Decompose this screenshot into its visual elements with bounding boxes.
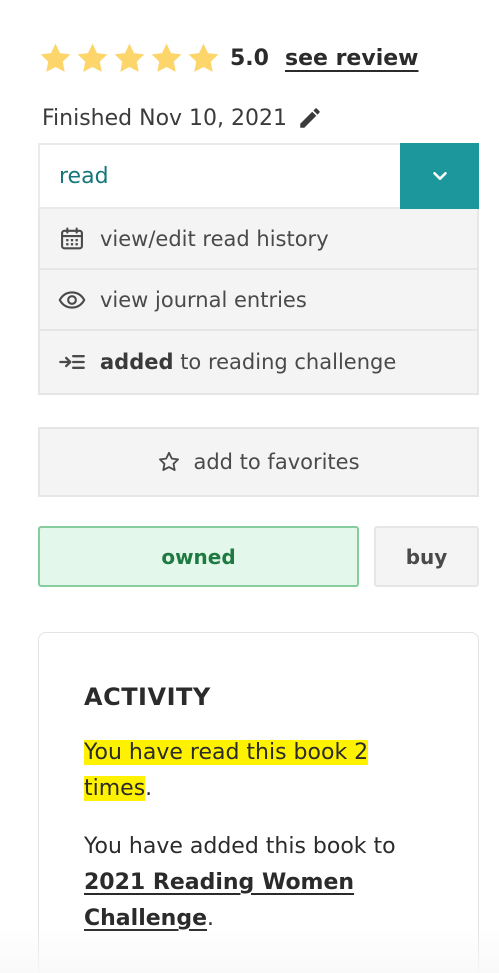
status-menu: view/edit read history view journal entr… — [38, 209, 479, 395]
calendar-icon — [58, 225, 86, 253]
finished-date-row: Finished Nov 10, 2021 — [42, 100, 323, 136]
read-count-text: You have read this book 2 times. — [84, 735, 424, 807]
menu-item-label: view journal entries — [100, 287, 307, 312]
chevron-down-icon — [429, 165, 451, 187]
pencil-icon[interactable] — [297, 105, 323, 131]
star-icon[interactable] — [149, 41, 184, 76]
menu-item-label-bold: added — [100, 350, 174, 374]
challenge-text: You have added this book to 2021 Reading… — [84, 829, 424, 937]
challenge-suffix: . — [207, 906, 214, 931]
add-to-favorites-button[interactable]: add to favorites — [38, 427, 479, 497]
reading-status-value[interactable]: read — [40, 145, 400, 207]
menu-item-read-history[interactable]: view/edit read history — [40, 209, 477, 270]
star-outline-icon — [157, 450, 181, 474]
finished-date-label: Finished Nov 10, 2021 — [42, 105, 288, 131]
read-count-highlight: You have read this book 2 times — [84, 740, 369, 801]
menu-item-reading-challenge[interactable]: added to reading challenge — [40, 331, 477, 393]
status-dropdown-toggle[interactable] — [400, 143, 479, 209]
menu-item-label: view/edit read history — [100, 226, 329, 251]
challenge-prefix: You have added this book to — [84, 834, 396, 859]
list-indent-icon — [58, 348, 86, 376]
menu-item-label-rest: to reading challenge — [173, 350, 397, 374]
star-icon[interactable] — [186, 41, 221, 76]
owned-button[interactable]: owned — [38, 526, 359, 587]
read-count-suffix: . — [145, 776, 153, 801]
rating-value: 5.0 — [230, 45, 269, 71]
eye-icon — [58, 286, 86, 314]
reading-status-select[interactable]: read — [38, 143, 479, 209]
star-icon[interactable] — [75, 41, 110, 76]
menu-item-journal-entries[interactable]: view journal entries — [40, 270, 477, 331]
buy-button[interactable]: buy — [374, 526, 479, 587]
menu-item-label: added to reading challenge — [100, 350, 396, 374]
star-icon[interactable] — [38, 41, 73, 76]
activity-card: ACTIVITY You have read this book 2 times… — [38, 632, 479, 973]
see-review-link[interactable]: see review — [285, 46, 419, 71]
challenge-link[interactable]: 2021 Reading Women Challenge — [84, 870, 354, 931]
add-to-favorites-label: add to favorites — [193, 450, 360, 474]
rating-row: 5.0 see review — [38, 38, 418, 78]
star-icon[interactable] — [112, 41, 147, 76]
activity-title: ACTIVITY — [84, 683, 211, 711]
book-status-panel: 5.0 see review Finished Nov 10, 2021 rea… — [0, 0, 499, 973]
